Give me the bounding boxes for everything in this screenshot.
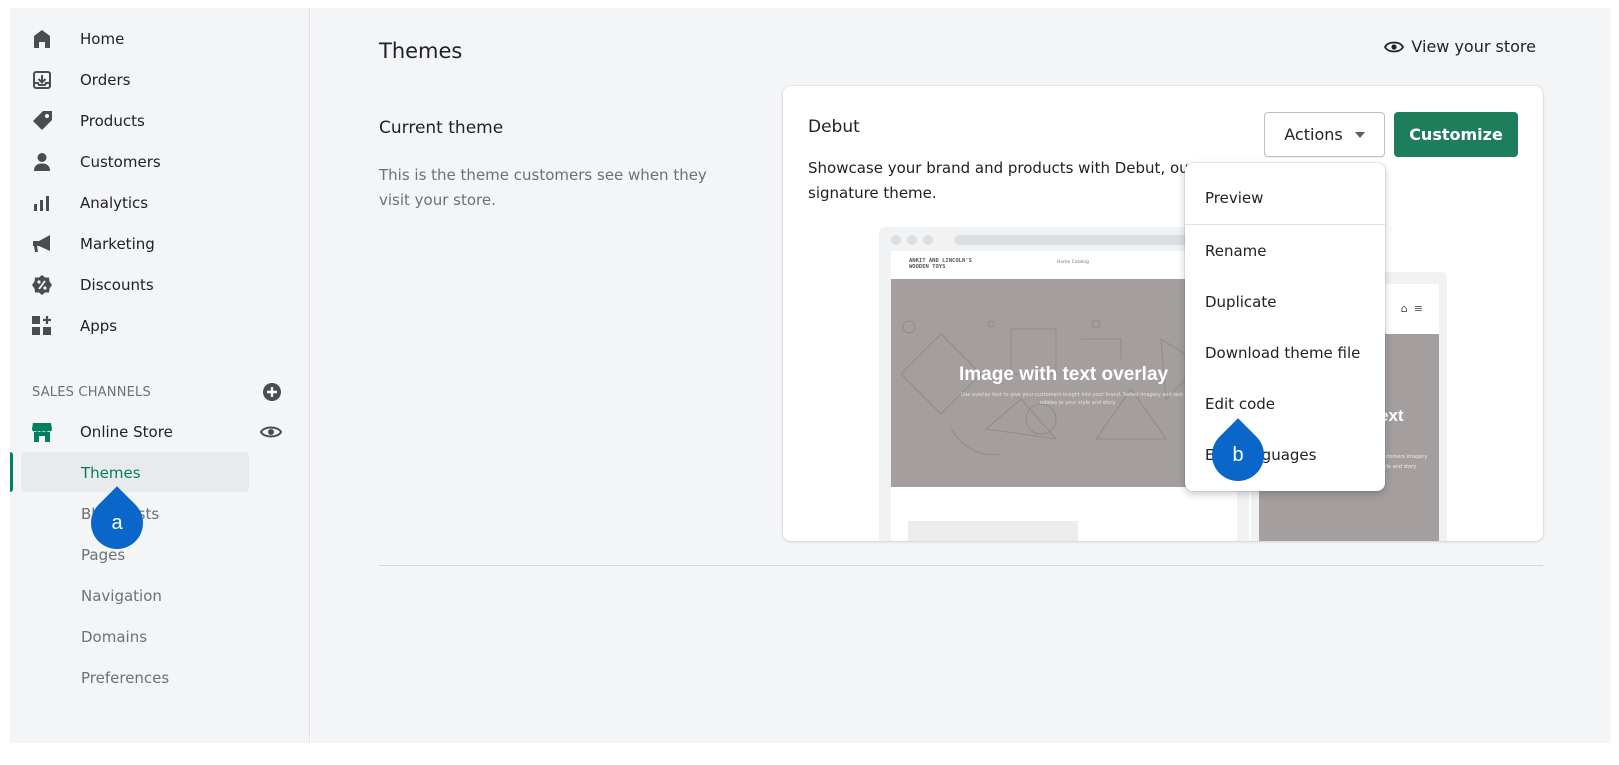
callout-a-label: a <box>111 511 123 534</box>
menu-divider <box>1185 224 1385 225</box>
preview-nav-links: Home Catalog <box>1057 260 1090 265</box>
theme-name: Debut <box>808 117 860 137</box>
sidebar-item-label: Customers <box>80 153 161 171</box>
view-store-link[interactable]: View your store <box>1384 37 1536 56</box>
sidebar-item-label: Online Store <box>80 423 173 441</box>
preview-content-block <box>908 521 1078 541</box>
customize-button[interactable]: Customize <box>1394 112 1518 157</box>
menu-item-duplicate[interactable]: Duplicate <box>1205 293 1276 311</box>
main-content: Themes View your store Current theme Thi… <box>311 8 1611 743</box>
sidebar-item-label: Products <box>80 112 145 130</box>
sidebar-item-home[interactable]: Home <box>30 20 260 58</box>
sidebar-subitem-themes[interactable]: Themes <box>81 464 141 482</box>
actions-button[interactable]: Actions <box>1264 112 1385 157</box>
mobile-hero-subtitle: customers imagery style and story <box>1379 454 1428 470</box>
mobile-nav-icons: ⌂≡ <box>1400 302 1429 315</box>
sidebar-item-online-store[interactable]: Online Store <box>30 413 260 451</box>
sidebar-subitem-navigation[interactable]: Navigation <box>81 587 162 605</box>
current-theme-description: This is the theme customers see when the… <box>379 166 707 209</box>
menu-item-download-theme-file[interactable]: Download theme file <box>1205 344 1360 362</box>
callout-b-label: b <box>1232 443 1244 466</box>
discount-icon <box>30 273 54 297</box>
preview-store-name: ANKIT AND LINCOLN'S WOODEN TOYS <box>909 258 972 270</box>
sidebar-item-customers[interactable]: Customers <box>30 143 260 181</box>
tag-icon <box>30 109 54 133</box>
browser-url-bar <box>954 235 1224 245</box>
person-icon <box>30 150 54 174</box>
preview-hero-subtitle: Use overlay text to give your customers … <box>961 392 1195 406</box>
menu-item-rename[interactable]: Rename <box>1205 242 1267 260</box>
bar-chart-icon <box>30 191 54 215</box>
view-store-eye-icon[interactable] <box>260 424 282 440</box>
orders-icon <box>30 68 54 92</box>
sales-channels-heading: SALES CHANNELS <box>32 385 151 400</box>
sidebar-item-label: Analytics <box>80 194 149 212</box>
sidebar-item-orders[interactable]: Orders <box>30 61 260 99</box>
current-theme-heading: Current theme <box>379 118 504 138</box>
active-item-indicator <box>10 452 13 492</box>
apps-icon <box>30 314 54 338</box>
view-store-label: View your store <box>1411 37 1536 56</box>
sidebar-item-analytics[interactable]: Analytics <box>30 184 260 222</box>
sidebar-item-label: Home <box>80 30 125 48</box>
sidebar-item-label: Discounts <box>80 276 154 294</box>
add-channel-icon[interactable] <box>262 382 282 402</box>
actions-label: Actions <box>1284 125 1343 144</box>
browser-dots <box>891 235 933 245</box>
caret-down-icon <box>1354 131 1365 138</box>
menu-item-edit-code[interactable]: Edit code <box>1205 395 1275 413</box>
menu-item-preview[interactable]: Preview <box>1205 189 1263 207</box>
home-icon <box>30 27 54 51</box>
sidebar-item-products[interactable]: Products <box>30 102 260 140</box>
sidebar-item-label: Apps <box>80 317 118 335</box>
theme-description: Showcase your brand and products with De… <box>808 159 1195 202</box>
sidebar-item-marketing[interactable]: Marketing <box>30 225 260 263</box>
store-icon <box>30 420 54 444</box>
section-divider <box>379 565 1543 566</box>
sidebar-item-label: Orders <box>80 71 131 89</box>
sidebar-item-label: Marketing <box>80 235 155 253</box>
sidebar-subitem-preferences[interactable]: Preferences <box>81 669 169 687</box>
sidebar-item-apps[interactable]: Apps <box>30 307 260 345</box>
megaphone-icon <box>30 232 54 256</box>
eye-icon <box>1384 41 1405 52</box>
sidebar: Home Orders Products Customers Analytics… <box>10 8 310 743</box>
sidebar-item-discounts[interactable]: Discounts <box>30 266 260 304</box>
page-title: Themes <box>379 39 463 63</box>
current-theme-card: Debut Showcase your brand and products w… <box>783 86 1543 541</box>
sidebar-subitem-domains[interactable]: Domains <box>81 628 147 646</box>
preview-hero-title: Image with text overlay <box>959 364 1169 385</box>
